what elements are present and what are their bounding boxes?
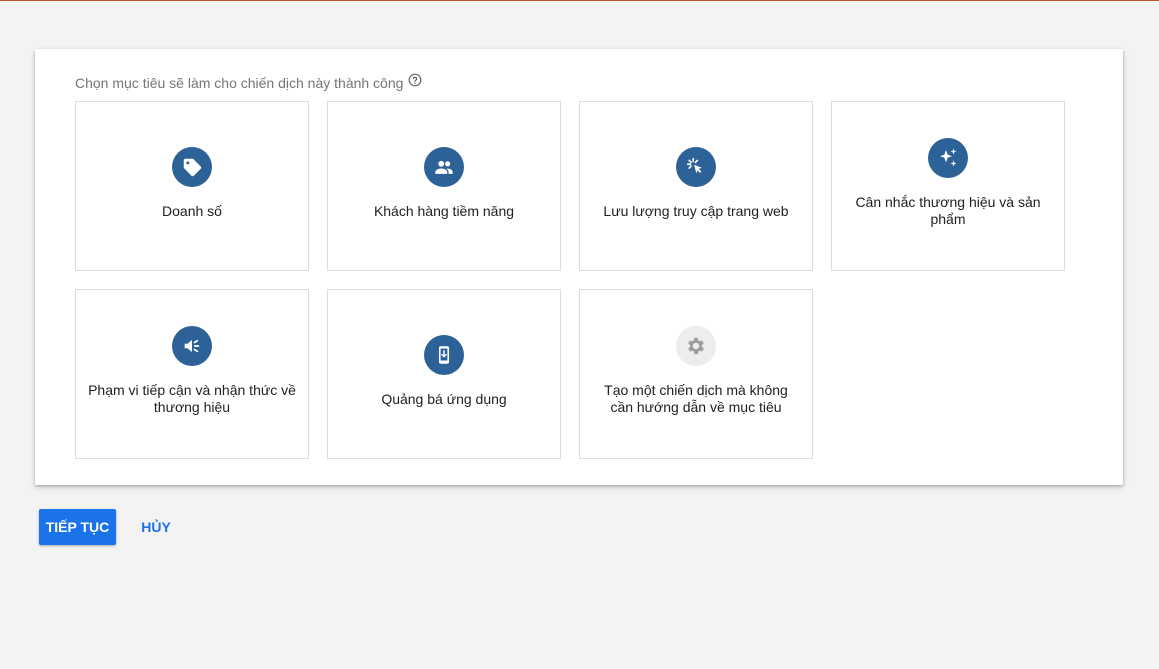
goal-prompt: Chọn mục tiêu sẽ làm cho chiến dịch này …	[75, 73, 422, 91]
goal-tile-label: Cân nhắc thương hiệu và sản phẩm	[855, 194, 1041, 227]
goal-tile-leads[interactable]: Khách hàng tiềm năng	[327, 101, 561, 271]
goal-tile-app-promotion[interactable]: Quảng bá ứng dụng	[327, 289, 561, 459]
goal-tile-label: Lưu lượng truy cập trang web	[603, 203, 789, 219]
sparkle-icon	[928, 138, 968, 178]
goal-tile-brand-consideration[interactable]: Cân nhắc thương hiệu và sản phẩm	[831, 101, 1065, 271]
people-icon	[424, 147, 464, 187]
cursor-click-icon	[676, 147, 716, 187]
continue-button[interactable]: TIẾP TỤC	[39, 509, 116, 545]
goal-tile-label: Doanh số	[162, 203, 222, 219]
goal-prompt-text: Chọn mục tiêu sẽ làm cho chiến dịch này …	[75, 75, 404, 91]
goal-selection-card: Chọn mục tiêu sẽ làm cho chiến dịch này …	[35, 49, 1123, 485]
goal-tile-label: Phạm vi tiếp cận và nhận thức về thương …	[88, 382, 296, 415]
goal-tile-label: Tạo một chiến dịch mà không cần hướng dẫ…	[604, 382, 788, 415]
goal-tile-brand-awareness[interactable]: Phạm vi tiếp cận và nhận thức về thương …	[75, 289, 309, 459]
tag-icon	[172, 147, 212, 187]
goal-tile-label: Khách hàng tiềm năng	[373, 203, 515, 219]
goal-tile-no-goal[interactable]: Tạo một chiến dịch mà không cần hướng dẫ…	[579, 289, 813, 459]
cancel-button[interactable]: HỦY	[132, 509, 180, 545]
top-border-line	[0, 0, 1159, 1]
goal-tile-label: Quảng bá ứng dụng	[381, 391, 507, 407]
phone-download-icon	[424, 335, 464, 375]
goal-tile-sales[interactable]: Doanh số	[75, 101, 309, 271]
megaphone-icon	[172, 326, 212, 366]
gear-icon	[676, 326, 716, 366]
goal-tile-website-traffic[interactable]: Lưu lượng truy cập trang web	[579, 101, 813, 271]
help-circle-icon[interactable]	[408, 73, 422, 87]
